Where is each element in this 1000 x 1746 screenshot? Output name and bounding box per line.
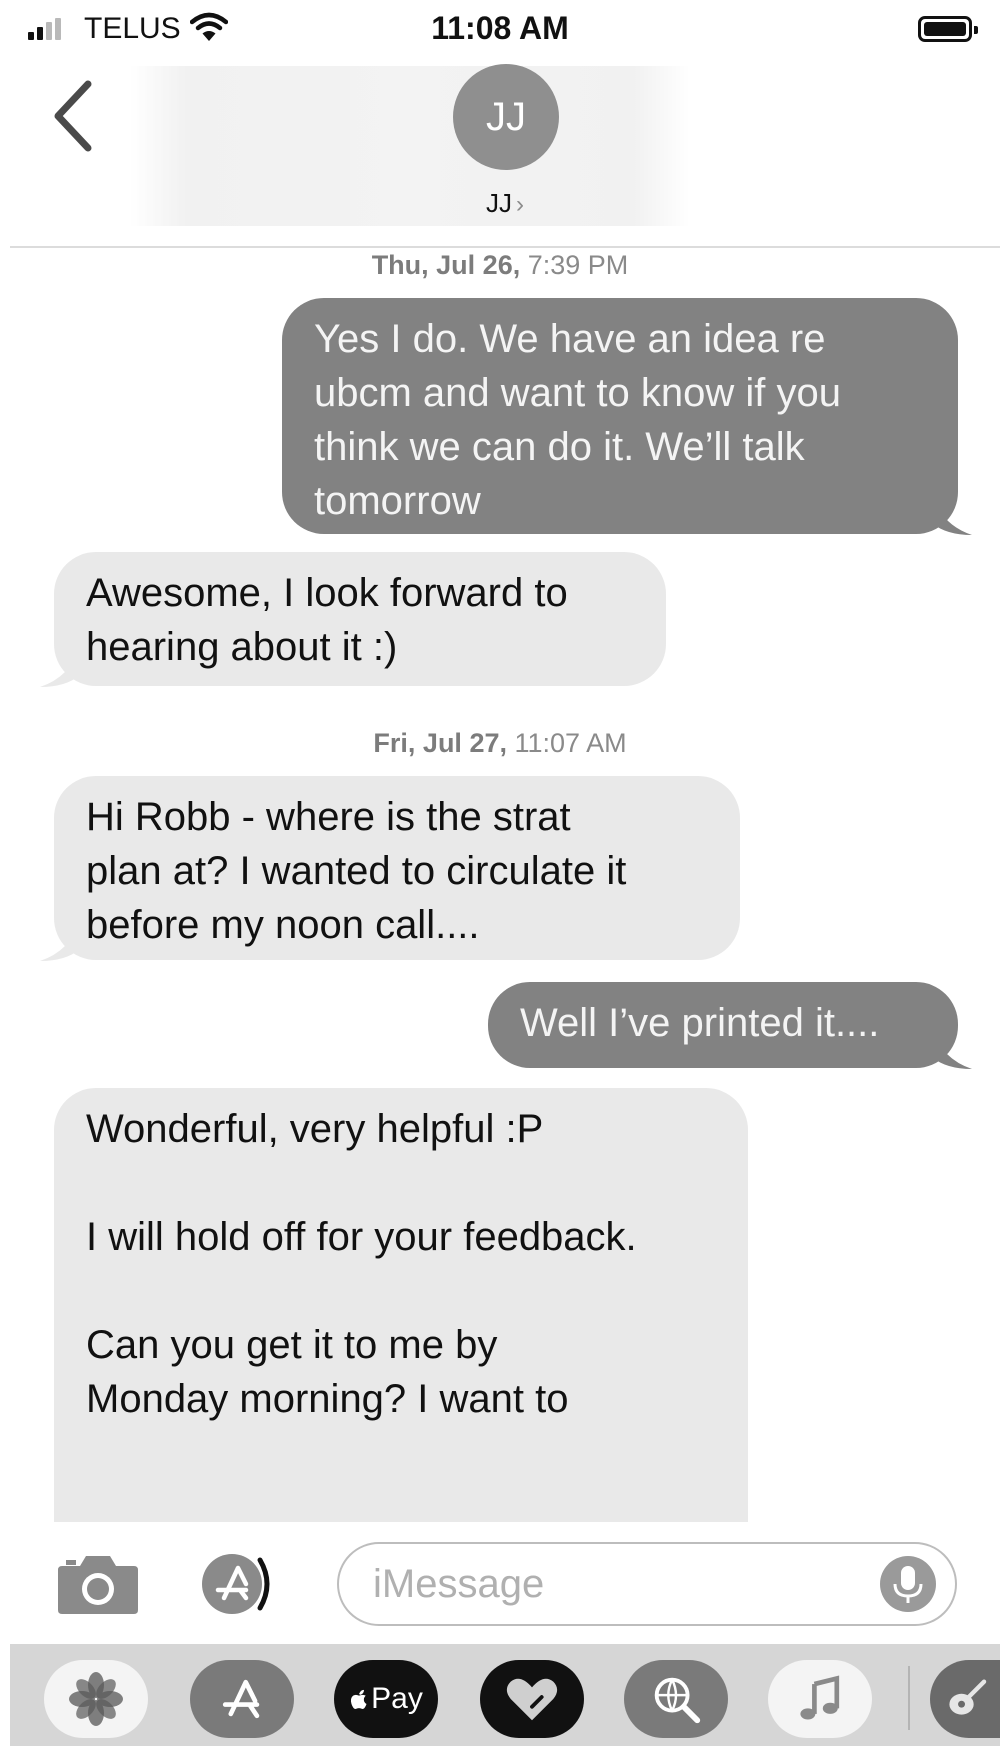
microphone-button[interactable] [880, 1556, 936, 1612]
battery-icon [918, 16, 978, 42]
message-line: Well I’ve printed it.... [520, 1001, 880, 1045]
app-photos[interactable] [44, 1660, 148, 1738]
timestamp-day: Fri, Jul 27, [373, 728, 507, 758]
microphone-icon [893, 1566, 923, 1603]
message-line: hearing about it :) [86, 625, 398, 669]
contact-name-button[interactable]: JJ › [10, 188, 1000, 219]
timestamp: Fri, Jul 27, 11:07 AM [0, 728, 1000, 759]
photos-icon [69, 1672, 123, 1726]
app-web-search[interactable] [624, 1660, 728, 1738]
message-bubble-incoming[interactable]: Hi Robb - where is the strat plan at? I … [40, 776, 740, 961]
message-line [86, 1156, 716, 1210]
message-bubble-outgoing[interactable]: Yes I do. We have an idea re ubcm and wa… [282, 298, 972, 535]
imessage-input[interactable] [337, 1542, 957, 1626]
compose-bar [0, 1522, 1000, 1644]
message-transcript[interactable]: Thu, Jul 26, 7:39 PM Yes I do. We have a… [0, 246, 1000, 1522]
apple-pay-icon [351, 1689, 367, 1709]
globe-search-icon [654, 1677, 701, 1724]
message-line: tomorrow [314, 479, 481, 523]
app-digital-touch[interactable] [480, 1660, 584, 1738]
app-apple-pay[interactable]: Pay [334, 1660, 438, 1738]
timestamp-day: Thu, Jul 26, [371, 250, 521, 280]
status-bar: TELUS 11:08 AM [0, 0, 1000, 60]
timestamp-time: 7:39 PM [527, 250, 629, 280]
contact-name: JJ [486, 188, 512, 218]
status-time: 11:08 AM [431, 10, 569, 46]
bubble-tail [40, 921, 80, 961]
app-store-icon[interactable] [198, 1550, 288, 1618]
message-bubble-incoming[interactable]: Wonderful, very helpful :P I will hold o… [54, 1088, 748, 1522]
app-store-icon [222, 1679, 260, 1719]
message-line: Monday morning? I want to [86, 1377, 569, 1421]
chevron-right-icon: › [516, 191, 524, 218]
message-line: I will hold off for your feedback. [86, 1215, 637, 1259]
apple-pay-label: Pay [371, 1682, 423, 1715]
bubble-tail [932, 1029, 972, 1069]
message-line: Hi Robb - where is the strat [86, 795, 571, 839]
bubble-tail [932, 495, 972, 535]
app-music[interactable] [768, 1660, 872, 1738]
message-line: Awesome, I look forward to [86, 571, 568, 615]
contact-avatar[interactable]: JJ [453, 64, 559, 170]
timestamp: Thu, Jul 26, 7:39 PM [0, 250, 1000, 281]
message-line [86, 1264, 716, 1318]
message-line: plan at? I wanted to circulate it [86, 849, 627, 893]
message-line: ubcm and want to know if you [314, 371, 841, 415]
timestamp-time: 11:07 AM [514, 728, 627, 758]
message-line: Wonderful, very helpful :P [86, 1107, 544, 1151]
drawer-divider [908, 1666, 910, 1730]
chevron-left-icon[interactable] [46, 76, 106, 156]
message-line: Can you get it to me by [86, 1323, 498, 1367]
message-bubble-incoming[interactable]: Awesome, I look forward to hearing about… [40, 552, 666, 687]
music-note-icon [800, 1675, 840, 1720]
heart-icon [506, 1678, 558, 1721]
message-line: before my noon call.... [86, 903, 480, 947]
guitar-icon [949, 1679, 987, 1715]
conversation-header: JJ JJ › [10, 60, 1000, 248]
message-line: Yes I do. We have an idea re [314, 317, 826, 361]
app-garageband[interactable] [930, 1660, 1000, 1738]
message-line: think we can do it. We’ll talk [314, 425, 805, 469]
message-bubble-outgoing[interactable]: Well I’ve printed it.... [488, 982, 972, 1069]
app-app-store[interactable] [190, 1660, 294, 1738]
camera-icon[interactable] [56, 1550, 140, 1616]
bubble-tail [40, 647, 80, 687]
avatar-initials: JJ [486, 94, 526, 139]
app-drawer: Pay [10, 1644, 1000, 1746]
